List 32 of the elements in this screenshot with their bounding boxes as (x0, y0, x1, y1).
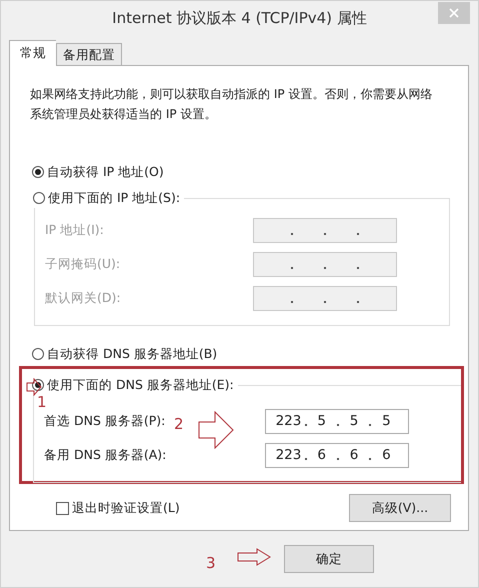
window-title: Internet 协议版本 4 (TCP/IPv4) 属性 (112, 8, 367, 28)
radio-label: 使用下面的 IP 地址(S): (48, 190, 180, 206)
field-label: IP 地址(I): (45, 222, 104, 238)
field-label: 默认网关(D): (45, 290, 121, 306)
ip-address-field[interactable] (253, 252, 397, 276)
field-label: 备用 DNS 服务器(A): (44, 446, 166, 464)
ip-address-field[interactable]: 223 5 5 5 (265, 408, 409, 434)
arrow-icon (198, 411, 234, 449)
radio-label: 自动获得 IP 地址(O) (47, 164, 164, 180)
step-number: 2 (174, 415, 184, 433)
tab[interactable]: 备用配置 (56, 43, 122, 65)
advanced-button[interactable]: 高级(V)... (349, 494, 451, 522)
description-text: 如果网络支持此功能，则可以获取自动指派的 IP 设置。否则，你需要从网络系统管理员处获得适当的 IP 设置。 (30, 86, 434, 123)
checkbox[interactable] (56, 502, 69, 514)
checkbox-label: 退出时验证设置(L) (72, 500, 180, 516)
arrow-icon (237, 548, 271, 566)
radio-label: 使用下面的 DNS 服务器地址(E): (47, 376, 234, 394)
ok-button[interactable]: 确定 (284, 545, 374, 573)
ip-address-field[interactable] (253, 286, 397, 310)
radio-label: 自动获得 DNS 服务器地址(B) (47, 346, 218, 362)
step-number: 1 (37, 393, 47, 411)
radio-button[interactable] (32, 348, 44, 360)
radio-button[interactable] (33, 192, 45, 204)
radio-button[interactable] (32, 166, 44, 178)
tab[interactable]: 常规 (9, 40, 56, 66)
ip-address-field[interactable] (253, 218, 397, 242)
step-number: 3 (206, 554, 216, 572)
field-label: 首选 DNS 服务器(P): (44, 412, 166, 430)
field-label: 子网掩码(U): (45, 256, 120, 272)
arrow-icon (26, 378, 42, 396)
close-icon (449, 8, 459, 18)
ip-address-field[interactable]: 223 6 6 6 (265, 442, 409, 468)
